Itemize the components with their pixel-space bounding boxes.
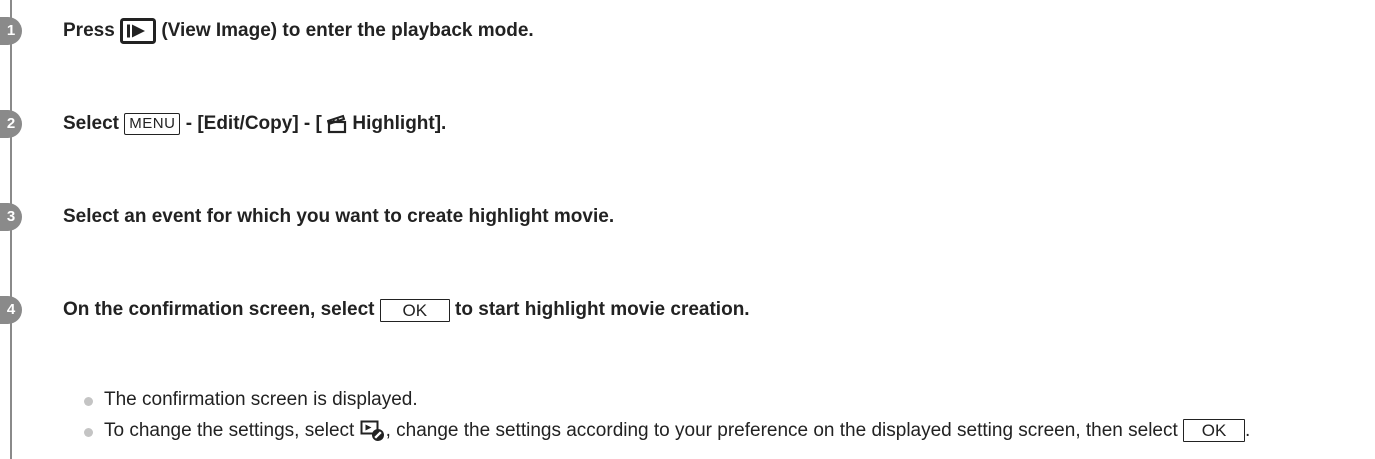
step-number-3: 3 [0, 203, 22, 231]
step-3-text: Select an event for which you want to cr… [63, 206, 615, 227]
step-4-text: On the confirmation screen, select OK to… [63, 290, 750, 330]
note-item-1: The confirmation screen is displayed. [84, 386, 1364, 413]
ok-key: OK [1183, 419, 1246, 443]
step-1-suffix: (View Image) to enter the playback mode. [161, 20, 534, 41]
note-list: The confirmation screen is displayed. To… [84, 386, 1364, 444]
playback-settings-icon [360, 420, 384, 441]
note-2-prefix: To change the settings, select [104, 420, 360, 441]
ok-key: OK [379, 298, 450, 322]
step-number-1: 1 [0, 17, 22, 45]
step-2-prefix: Select [63, 113, 125, 134]
step-2-middle: - [Edit/Copy] - [ [185, 113, 328, 134]
step-number-4: 4 [0, 296, 22, 324]
step-4-suffix: to start highlight movie creation. [455, 299, 750, 320]
bullet-icon [84, 397, 93, 406]
view-image-icon [120, 18, 157, 44]
bullet-icon [84, 428, 93, 437]
step-number-2: 2 [0, 110, 22, 138]
step-2-text: Select MENU - [Edit/Copy] - [ Highlight]… [63, 104, 446, 144]
note-2-middle: , change the settings according to your … [385, 420, 1184, 441]
step-2-suffix: Highlight]. [352, 113, 447, 134]
menu-key: MENU [124, 113, 181, 135]
step-1-text: Press (View Image) to enter the playback… [63, 11, 534, 51]
note-item-2: To change the settings, select , change … [84, 417, 1364, 444]
note-1-text: The confirmation screen is displayed. [104, 389, 418, 410]
note-2-suffix: . [1245, 420, 1251, 441]
step-4-prefix: On the confirmation screen, select [63, 299, 380, 320]
highlight-clapper-icon [327, 114, 347, 134]
step-1-prefix: Press [63, 20, 121, 41]
